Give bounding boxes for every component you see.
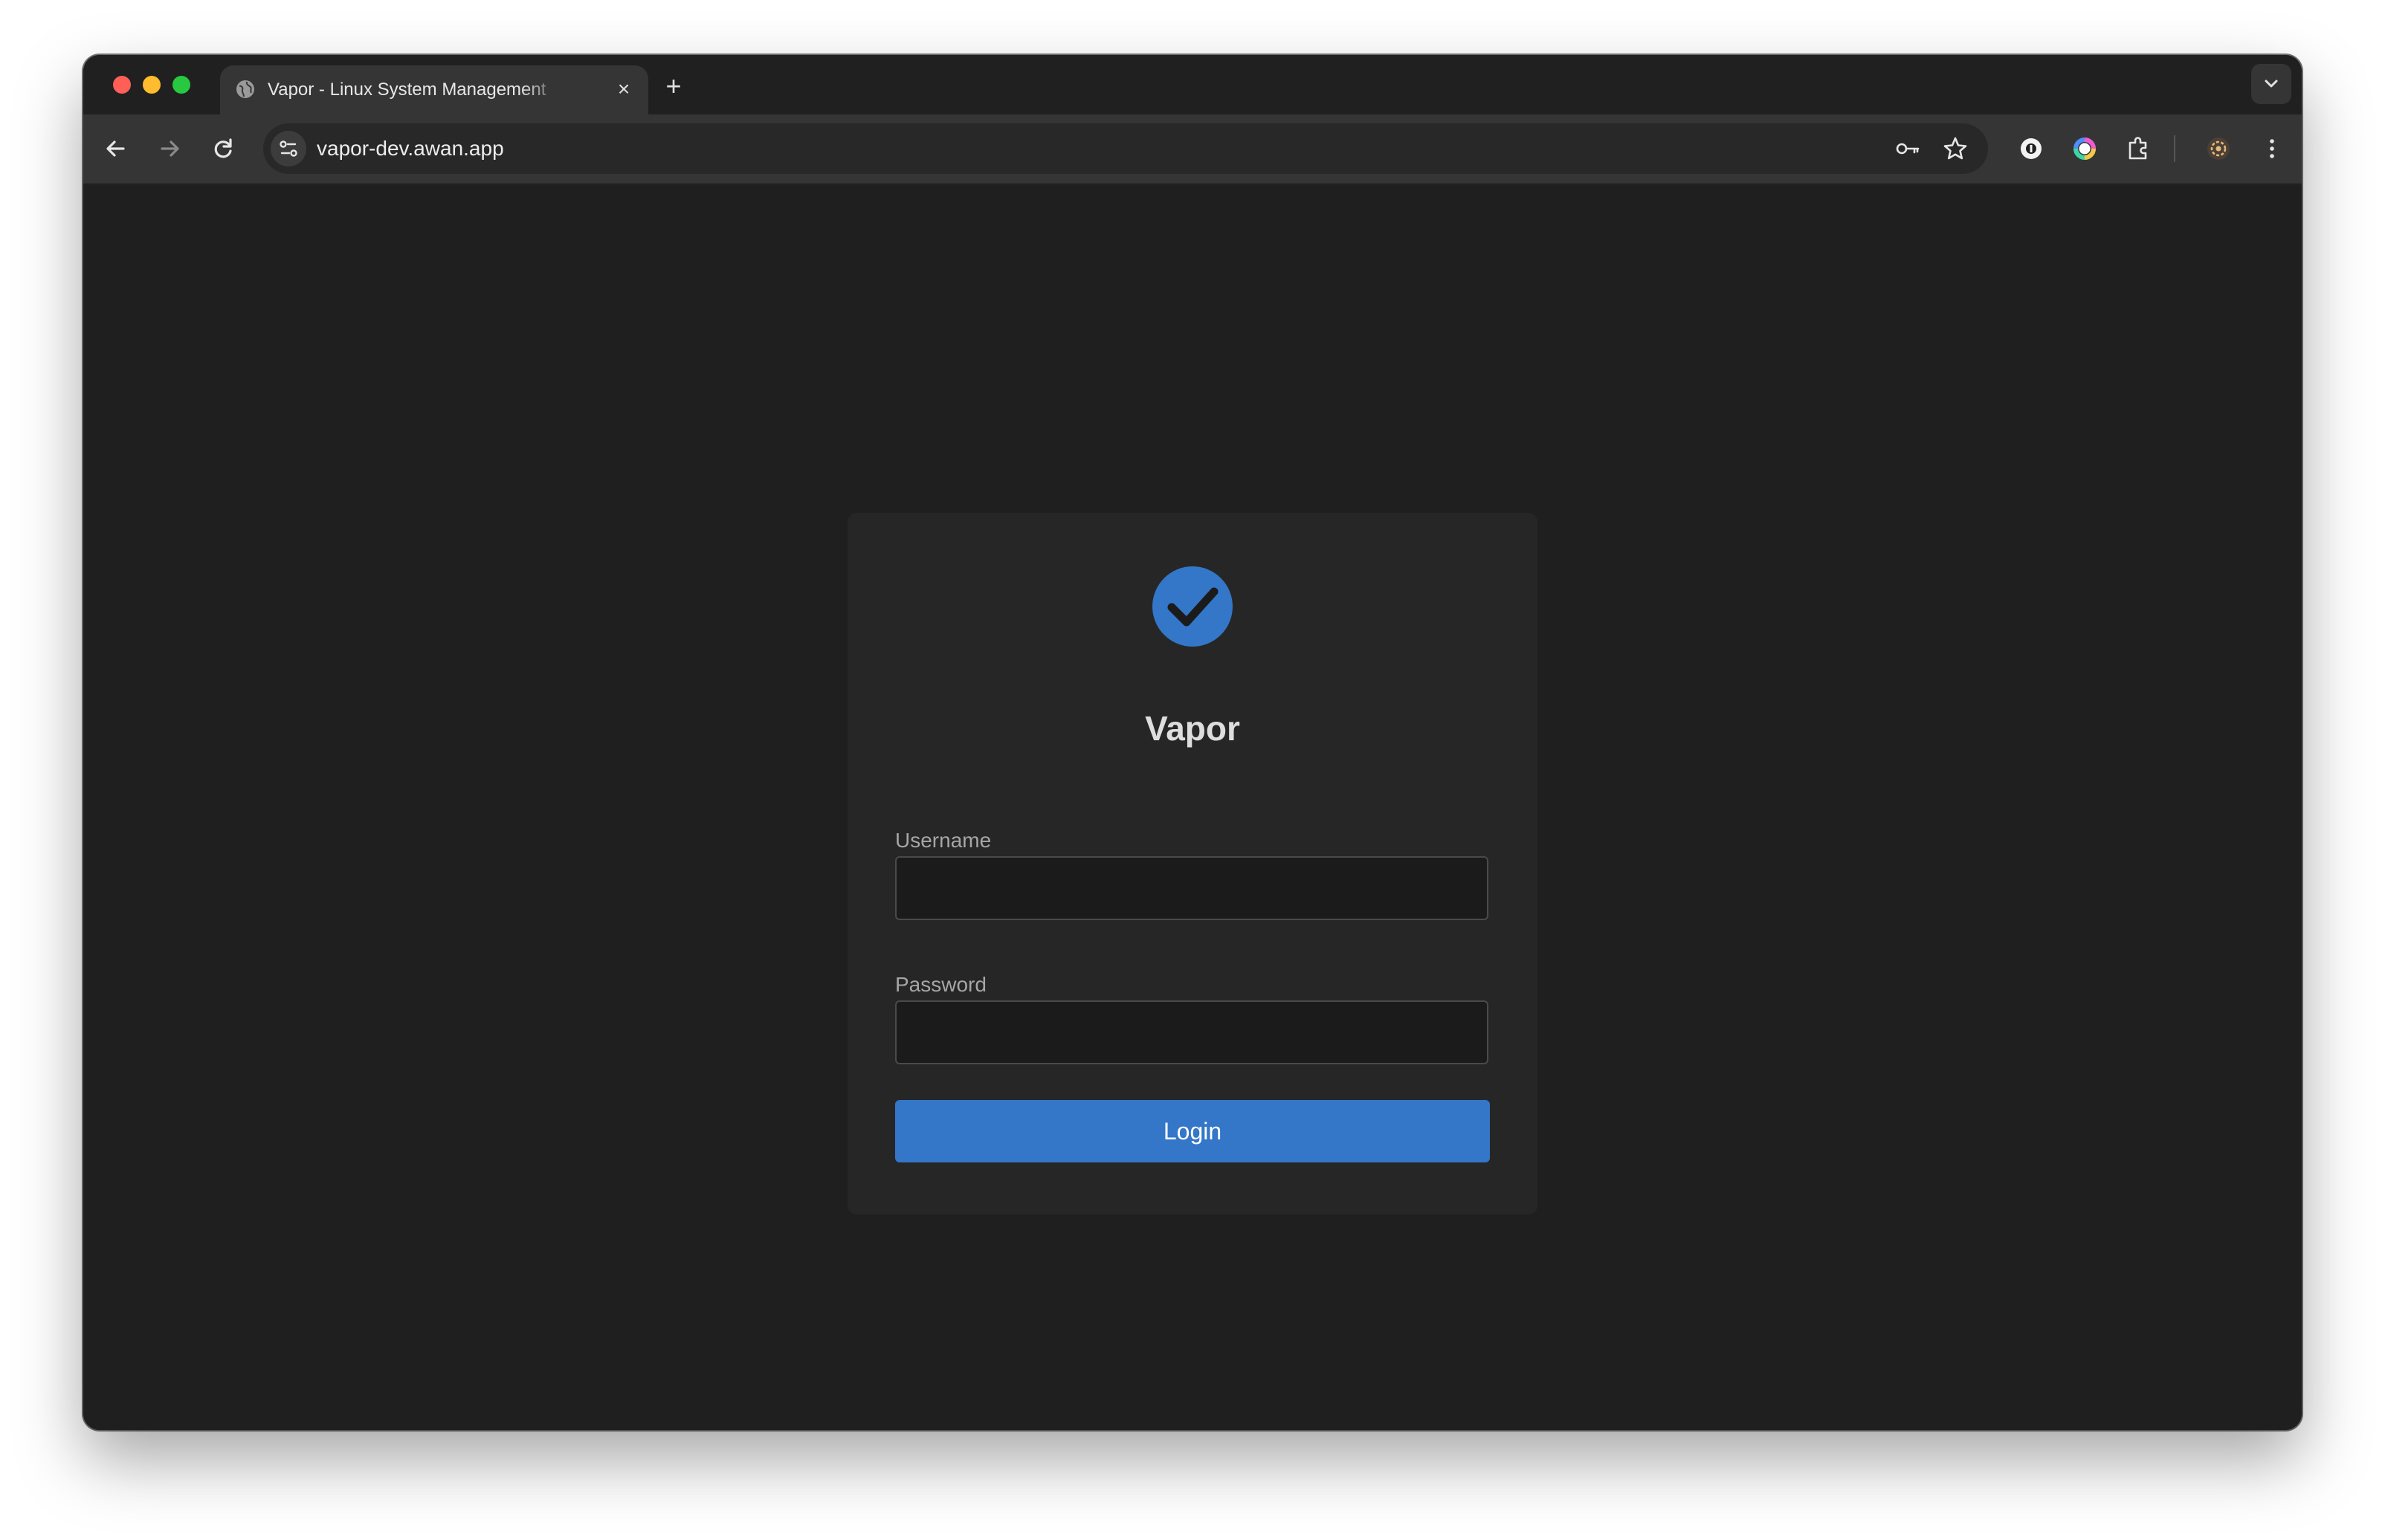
forward-arrow-icon[interactable]: [152, 131, 187, 166]
toolbar-separator: [2174, 135, 2175, 162]
password-label: Password: [895, 973, 987, 996]
puzzle-icon[interactable]: [2122, 132, 2155, 165]
tab-title: Vapor - Linux System Management: [268, 80, 546, 100]
new-tab-button[interactable]: +: [659, 71, 688, 101]
star-icon[interactable]: [1939, 132, 1972, 165]
globe-icon: [236, 80, 254, 98]
tab-strip: Vapor - Linux System Management × +: [83, 55, 2302, 114]
minimize-window-button[interactable]: [143, 76, 161, 94]
browser-toolbar: vapor-dev.awan.app: [83, 114, 2302, 184]
browser-window: Vapor - Linux System Management × + vapo…: [83, 55, 2302, 1430]
browser-tab[interactable]: Vapor - Linux System Management ×: [220, 65, 648, 114]
site-info-button[interactable]: [271, 131, 306, 166]
login-card: Vapor Username Password Login: [848, 513, 1537, 1214]
tune-icon: [280, 140, 297, 157]
kebab-menu-icon[interactable]: [2256, 132, 2288, 165]
page-content: Vapor Username Password Login: [83, 184, 2302, 1430]
key-icon[interactable]: [1891, 132, 1924, 165]
app-title: Vapor: [1145, 709, 1240, 748]
extension-dark-circle-icon[interactable]: [2015, 132, 2047, 165]
maximize-window-button[interactable]: [172, 76, 190, 94]
username-input[interactable]: [895, 856, 1488, 920]
back-arrow-icon[interactable]: [98, 131, 134, 166]
close-window-button[interactable]: [113, 76, 131, 94]
username-label: Username: [895, 829, 992, 852]
url-text[interactable]: vapor-dev.awan.app: [317, 135, 504, 162]
chevron-down-icon: [2265, 80, 2278, 88]
reload-icon[interactable]: [205, 131, 241, 166]
settings-gear-icon[interactable]: [2202, 132, 2235, 165]
address-bar[interactable]: vapor-dev.awan.app: [263, 123, 1988, 174]
tab-close-icon[interactable]: ×: [613, 78, 635, 100]
check-circle-icon: [1152, 566, 1233, 647]
password-input[interactable]: [895, 1000, 1488, 1064]
tab-search-button[interactable]: [2251, 64, 2291, 104]
extension-ring-icon[interactable]: [2068, 132, 2101, 165]
login-button[interactable]: Login: [895, 1100, 1490, 1162]
